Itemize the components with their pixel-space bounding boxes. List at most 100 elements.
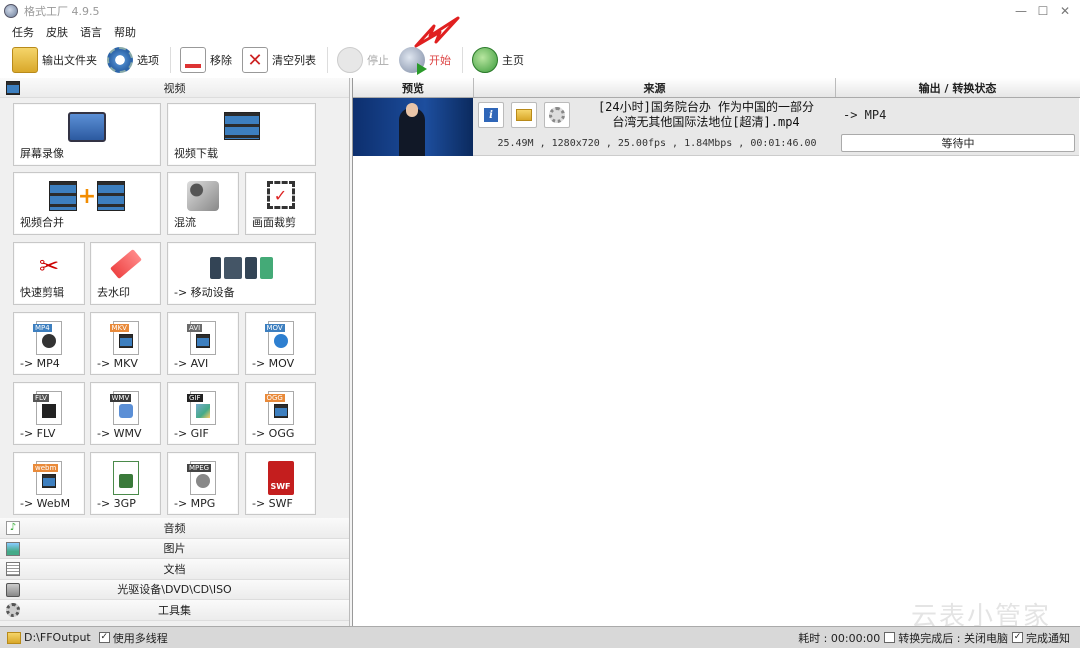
media-info-button[interactable]: i [478, 102, 504, 128]
task-table-header: 预览 来源 输出 / 转换状态 [353, 78, 1080, 98]
tile-mp4[interactable]: MP4 -> MP4 [13, 312, 85, 375]
tile-ogg[interactable]: OGG -> OGG [245, 382, 316, 445]
tile-wmv[interactable]: WMV -> WMV [90, 382, 161, 445]
category-video-label: 视频 [163, 81, 186, 95]
after-convert-checkbox[interactable] [884, 632, 896, 643]
tile-mobile-device[interactable]: -> 移动设备 [167, 242, 316, 305]
format-tag: FLV [33, 394, 49, 402]
start-label: 开始 [429, 54, 451, 67]
clear-list-button[interactable]: ✕ 清空列表 [238, 44, 320, 76]
category-audio[interactable]: ♪ 音频 [0, 518, 349, 539]
tile-label: 画面裁剪 [252, 216, 296, 229]
remove-label: 移除 [210, 54, 232, 67]
avi-file-icon: AVI [187, 321, 216, 355]
screen-record-icon [68, 112, 106, 142]
format-tag: MKV [109, 324, 129, 332]
tile-3gp[interactable]: -> 3GP [90, 452, 161, 515]
home-label: 主页 [502, 54, 524, 67]
scissors-icon: ✂ [38, 252, 60, 280]
tile-label: -> AVI [174, 357, 209, 370]
column-output-status[interactable]: 输出 / 转换状态 [836, 78, 1079, 97]
format-tag: webm [33, 464, 59, 472]
video-preview-thumbnail[interactable] [353, 98, 473, 156]
tile-avi[interactable]: AVI -> AVI [167, 312, 239, 375]
tile-video-merge[interactable]: + 视频合并 [13, 172, 161, 235]
webm-file-icon: webm [33, 461, 62, 495]
tile-remove-watermark[interactable]: 去水印 [90, 242, 161, 305]
tile-mix[interactable]: 混流 [167, 172, 239, 235]
menu-skin[interactable]: 皮肤 [40, 24, 74, 40]
tile-screen-record[interactable]: 屏幕录像 [13, 103, 161, 166]
column-preview[interactable]: 预览 [353, 78, 474, 97]
multithread-checkbox[interactable]: ✓ [98, 632, 110, 643]
mix-film-reel-icon [187, 181, 219, 211]
tile-label: 视频下载 [174, 147, 218, 160]
eraser-icon [109, 248, 142, 280]
source-name-line: [24小时]国务院台办 作为中国的一部分 [597, 100, 815, 114]
output-path[interactable]: D:\FFOutput [24, 631, 91, 644]
flv-file-icon: FLV [33, 391, 62, 425]
folder-icon [516, 109, 532, 121]
column-source[interactable]: 来源 [474, 78, 836, 97]
stop-label: 停止 [367, 54, 389, 67]
close-button[interactable]: ✕ [1054, 0, 1076, 22]
options-label: 选项 [137, 54, 159, 67]
tile-crop[interactable]: ✓ 画面裁剪 [245, 172, 316, 235]
image-picture-icon [6, 541, 20, 556]
gif-file-icon: GIF [187, 391, 216, 425]
remove-button[interactable]: 移除 [176, 44, 236, 76]
output-settings-button[interactable] [544, 102, 570, 128]
output-folder-button[interactable]: 输出文件夹 [8, 44, 101, 76]
output-format: -> MP4 [843, 108, 887, 122]
notify-checkbox[interactable]: ✓ [1012, 632, 1023, 643]
tile-mpg[interactable]: MPEG -> MPG [167, 452, 239, 515]
category-image[interactable]: 图片 [0, 538, 349, 559]
audio-note-icon: ♪ [6, 521, 20, 535]
tile-label: -> 移动设备 [174, 286, 235, 299]
category-toolset[interactable]: 工具集 [0, 600, 349, 621]
clear-list-label: 清空列表 [272, 54, 316, 67]
menu-task[interactable]: 任务 [6, 24, 40, 40]
video-merge-icon: + [49, 181, 125, 211]
menu-language[interactable]: 语言 [74, 24, 108, 40]
open-folder-button[interactable] [511, 102, 537, 128]
category-optical-drive[interactable]: 光驱设备\DVD\CD\ISO [0, 579, 349, 600]
category-document-label: 文档 [163, 562, 186, 576]
annotation-arrow-icon [414, 16, 460, 48]
category-document[interactable]: 文档 [0, 559, 349, 580]
stop-button[interactable]: 停止 [333, 44, 393, 76]
home-button[interactable]: 主页 [468, 44, 528, 76]
tile-mkv[interactable]: MKV -> MKV [90, 312, 161, 375]
menu-help[interactable]: 帮助 [108, 24, 142, 40]
status-bar: D:\FFOutput ✓ 使用多线程 耗时 : 00:00:00 转换完成后 … [0, 626, 1080, 648]
tile-label: 混流 [174, 216, 196, 229]
tile-label: -> MP4 [20, 357, 60, 370]
minimize-button[interactable]: — [1010, 0, 1032, 22]
tile-label: -> MKV [97, 357, 138, 370]
tile-label: -> FLV [20, 427, 56, 440]
category-image-label: 图片 [163, 542, 186, 556]
options-button[interactable]: 选项 [103, 44, 163, 76]
maximize-button[interactable]: ☐ [1032, 0, 1054, 22]
tile-label: -> GIF [174, 427, 209, 440]
conversion-status: 等待中 [841, 134, 1075, 152]
video-download-icon [223, 112, 260, 140]
video-category-icon [6, 81, 20, 95]
notify-label: 完成通知 [1026, 631, 1070, 645]
category-list: ♪ 音频 图片 文档 光驱设备\DVD\CD\ISO 工具集 [0, 518, 349, 621]
tile-label: -> MPG [174, 497, 216, 510]
app-logo-icon [4, 4, 18, 18]
task-row[interactable]: i [24小时]国务院台办 作为中国的一部分 台湾无其他国际法地位[超清].mp… [353, 98, 1079, 156]
category-video[interactable]: 视频 [0, 78, 349, 98]
tile-mov[interactable]: MOV -> MOV [245, 312, 316, 375]
tile-swf[interactable]: SWF -> SWF [245, 452, 316, 515]
tile-quick-clip[interactable]: ✂ 快速剪辑 [13, 242, 85, 305]
tile-label: -> WMV [97, 427, 142, 440]
tile-gif[interactable]: GIF -> GIF [167, 382, 239, 445]
menu-bar: 任务 皮肤 语言 帮助 [0, 22, 1080, 42]
source-file-name: [24小时]国务院台办 作为中国的一部分 台湾无其他国际法地位[超清].mp4 [575, 100, 837, 130]
tile-video-download[interactable]: 视频下载 [167, 103, 316, 166]
tile-webm[interactable]: webm -> WebM [13, 452, 85, 515]
tile-flv[interactable]: FLV -> FLV [13, 382, 85, 445]
multithread-toggle[interactable]: ✓ 使用多线程 [98, 630, 168, 646]
